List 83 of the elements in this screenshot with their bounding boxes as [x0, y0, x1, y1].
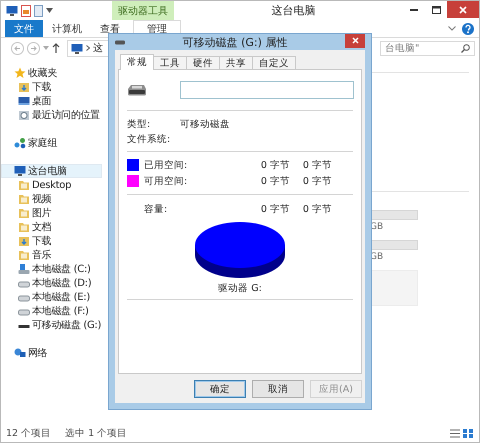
- recent-places-icon: [18, 109, 30, 121]
- file-menu-button[interactable]: 文件: [5, 20, 43, 37]
- drive-label: 驱动器 G:: [217, 282, 263, 296]
- byte-count: 0 字节: [260, 174, 290, 188]
- caret-icon[interactable]: [46, 8, 53, 13]
- byte-count: 0 字节: [260, 202, 290, 216]
- system-drive-icon: [18, 263, 30, 275]
- maximize-icon[interactable]: [432, 6, 440, 14]
- computer-icon: [14, 165, 26, 177]
- minimize-icon[interactable]: [410, 8, 418, 10]
- close-icon: [352, 37, 358, 44]
- up-arrow-icon[interactable]: [52, 43, 60, 53]
- sidebar-item[interactable]: 桌面: [1, 94, 105, 108]
- document-icon[interactable]: [21, 4, 31, 16]
- dialog-button[interactable]: 取消: [252, 380, 304, 398]
- size-value: 0 字节: [302, 174, 332, 188]
- search-icon: [461, 44, 470, 52]
- computer-icon: [71, 42, 83, 54]
- drive-icon: [115, 40, 125, 44]
- search-placeholder: 台电脑": [385, 42, 420, 54]
- computer-icon[interactable]: [6, 4, 18, 16]
- property-label: 类型:: [127, 118, 152, 131]
- sidebar-item[interactable]: 图片: [1, 206, 105, 220]
- download-folder-icon: [18, 81, 30, 93]
- search-field[interactable]: 台电脑": [380, 40, 475, 56]
- drive-tile[interactable]: [370, 270, 418, 306]
- download-folder-icon: [18, 235, 30, 247]
- sidebar-item[interactable]: 可移动磁盘 (G:): [1, 318, 105, 332]
- sidebar-item[interactable]: 本地磁盘 (F:): [1, 304, 105, 318]
- sidebar-item[interactable]: 网络: [1, 346, 105, 360]
- property-label: 文件系统:: [127, 133, 172, 146]
- ribbon-tab[interactable]: 计算机: [43, 20, 91, 37]
- sidebar-item[interactable]: 视频: [1, 192, 105, 206]
- chevron-right-icon: [86, 45, 90, 51]
- star-icon: [14, 67, 26, 79]
- sidebar-item[interactable]: 本地磁盘 (C:): [1, 262, 105, 276]
- sidebar-item[interactable]: 下载: [1, 234, 105, 248]
- space-label: 已用空间:: [144, 158, 188, 172]
- address-text: 这: [93, 42, 103, 55]
- drive-name-field[interactable]: [180, 81, 354, 99]
- sidebar-item[interactable]: 最近访问的位置: [1, 108, 105, 122]
- sidebar-item[interactable]: 家庭组: [1, 136, 105, 150]
- byte-count: 0 字节: [260, 158, 290, 172]
- property-value: 可移动磁盘: [180, 118, 230, 131]
- details-view-icon[interactable]: [450, 428, 460, 438]
- space-label: 可用空间:: [144, 174, 188, 188]
- dialog-tab[interactable]: 共享: [219, 56, 253, 70]
- sidebar-item[interactable]: 音乐: [1, 248, 105, 262]
- dialog-button[interactable]: 确定: [194, 380, 246, 398]
- size-value: 0 字节: [302, 158, 332, 172]
- window-title: 这台电脑: [270, 3, 316, 18]
- close-button[interactable]: [447, 1, 479, 18]
- dialog-tab[interactable]: 自定义: [252, 56, 296, 70]
- item-count: 12 个项目: [6, 426, 52, 440]
- capacity-label: 容量:: [144, 202, 168, 216]
- sidebar-item[interactable]: 下载: [1, 80, 105, 94]
- dialog-tab[interactable]: 硬件: [186, 56, 220, 70]
- tiles-view-icon[interactable]: [463, 428, 473, 438]
- homegroup-icon: [14, 137, 26, 149]
- ribbon-tab[interactable]: 查看: [91, 20, 129, 37]
- network-icon: [14, 347, 26, 359]
- usb-drive-icon: [127, 84, 147, 96]
- sidebar-item[interactable]: 文档: [1, 220, 105, 234]
- folder-icon: [18, 221, 30, 233]
- desktop-icon: [18, 95, 30, 107]
- folder-icon: [18, 193, 30, 205]
- close-button[interactable]: [345, 34, 365, 48]
- selection-count: 选中 1 个项目: [65, 426, 128, 440]
- sidebar-item[interactable]: 这台电脑: [1, 164, 102, 178]
- close-icon: [459, 6, 467, 14]
- sidebar-item[interactable]: 收藏夹: [1, 66, 105, 80]
- sidebar-item[interactable]: 本地磁盘 (E:): [1, 290, 105, 304]
- folder-icon: [18, 207, 30, 219]
- sidebar-item[interactable]: Desktop: [1, 178, 105, 192]
- folder-icon: [18, 249, 30, 261]
- folder-icon: [18, 179, 30, 191]
- sidebar-item[interactable]: 本地磁盘 (D:): [1, 276, 105, 290]
- chevron-down-icon[interactable]: [448, 26, 456, 31]
- dialog-title: 可移动磁盘 (G:) 属性: [182, 34, 288, 50]
- contextual-tab-group: 驱动器工具: [112, 1, 174, 20]
- dialog-tab[interactable]: 常规: [120, 54, 154, 70]
- size-value: 0 字节: [302, 202, 332, 216]
- help-icon[interactable]: [462, 22, 474, 34]
